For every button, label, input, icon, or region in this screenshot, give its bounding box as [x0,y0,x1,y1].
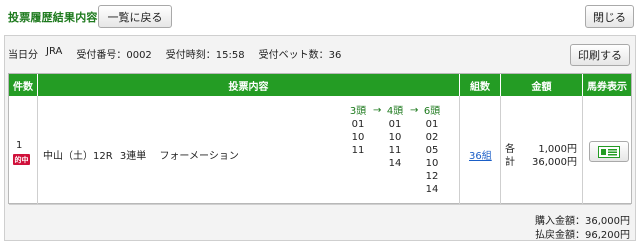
hit-badge: 的中 [13,154,30,165]
bet-method: フォーメーション [159,151,239,162]
close-button[interactable]: 閉じる [585,5,634,28]
horse-number: 01 [351,119,365,130]
ticket-icon [598,145,620,158]
amount-total: 36,000円 [532,157,577,168]
col-header-count: 件数 [9,74,38,96]
payout-amount: 払戻金額：96,200円 [535,226,630,241]
col-header-content: 投票内容 [38,74,460,96]
ticket-display-button[interactable] [589,141,629,162]
payout-value: 96,200円 [585,230,630,241]
horse-number: 14 [425,184,439,195]
formation-column-2: 4頭 01 10 11 14 [381,105,409,170]
bet-type: 3連単 [119,151,147,162]
horse-number: 12 [425,171,439,182]
purchase-amount: 購入金額：36,000円 [535,212,630,227]
receipt-info: 当日分 JRA 受付番号：0002 受付時刻：15:58 受付ベット数：36 [8,46,341,61]
horse-number: 10 [351,132,365,143]
col-header-combos: 組数 [460,74,501,96]
receipt-number: 受付番号：0002 [76,50,152,61]
combos-link[interactable]: 36組 [469,147,492,162]
race-name: 中山（土）12R [43,151,113,162]
horse-number: 01 [388,119,402,130]
horse-number: 11 [388,145,402,156]
formation-column-1: 3頭 01 10 11 [344,105,372,157]
page-title: 投票履歴結果内容 [8,11,98,24]
divider [9,204,631,205]
print-button[interactable]: 印刷する [570,44,630,66]
col-header-ticket: 馬券表示 [583,74,631,96]
org-label: JRA [46,46,63,57]
horse-number: 11 [351,145,365,156]
day-label: 当日分 [8,50,38,61]
bet-count: 受付ベット数：36 [258,50,342,61]
horse-number: 05 [425,145,439,156]
horse-number: 10 [388,132,402,143]
divider [582,96,583,204]
formation-head: 3頭 [349,106,367,117]
row-index: 1 [16,140,23,151]
horse-number: 02 [425,132,439,143]
formation-head: 4頭 [386,106,404,117]
receipt-time: 受付時刻：15:58 [165,50,245,61]
back-to-list-button[interactable]: 一覧に戻る [98,5,172,28]
top-bar: 投票履歴結果内容 一覧に戻る 閉じる [0,0,640,33]
horse-number: 10 [425,158,439,169]
formation-column-3: 6頭 01 02 05 10 12 14 [418,105,446,196]
divider [500,96,501,204]
divider [37,96,38,204]
payout-label: 払戻金額： [535,230,585,241]
bet-table: 件数 投票内容 組数 金額 馬券表示 1 的中 中山（土）12R 3連単 フォー… [8,73,632,205]
horse-number: 14 [388,158,402,169]
bet-description: 中山（土）12R 3連単 フォーメーション [43,147,239,162]
amount-total-label: 計 [505,157,515,168]
formation-head: 6頭 [423,106,441,117]
col-header-amount: 金額 [501,74,583,96]
divider [459,96,460,204]
horse-number: 01 [425,119,439,130]
